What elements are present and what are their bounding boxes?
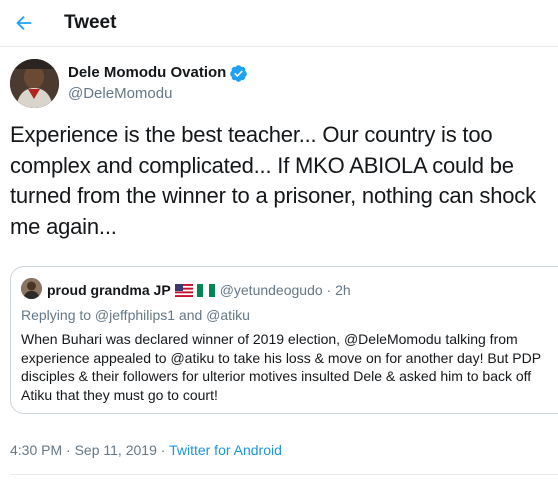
quoted-age: 2h	[335, 282, 351, 298]
nigeria-flag-icon	[196, 283, 215, 297]
author-handle[interactable]: @DeleMomodu	[68, 84, 172, 104]
quoted-handle: @yetundeogudo · 2h	[219, 282, 351, 298]
author-display-name[interactable]: Dele Momodu Ovation	[68, 63, 248, 83]
quoted-author-avatar[interactable]	[21, 278, 42, 299]
verified-badge-icon	[230, 64, 248, 82]
author-name-text: Dele Momodu Ovation	[68, 64, 227, 81]
replying-to-text: Replying to @jeffphilips1 and @atiku	[21, 307, 250, 323]
quoted-tweet-text: When Buhari was declared winner of 2019 …	[21, 331, 541, 403]
quoted-handle-text: @yetundeogudo	[219, 282, 323, 298]
page-header: Tweet	[0, 0, 558, 47]
page-title: Tweet	[64, 12, 117, 33]
tweet-text: Experience is the best teacher... Our co…	[10, 122, 536, 239]
tweet-date[interactable]: Sep 11, 2019	[75, 442, 157, 458]
tweet-page: Tweet Dele Momodu Ovation @DeleMomodu Ex…	[0, 0, 558, 483]
divider	[10, 474, 558, 475]
back-button[interactable]	[6, 5, 42, 41]
back-arrow-icon	[16, 15, 32, 31]
tweet-source-link[interactable]: Twitter for Android	[169, 442, 282, 458]
quoted-avatar-image	[21, 278, 42, 299]
author-avatar[interactable]	[10, 59, 59, 108]
tweet-time[interactable]: 4:30 PM	[10, 442, 62, 458]
tweet-metadata: 4:30 PM · Sep 11, 2019 · Twitter for And…	[10, 442, 282, 458]
quoted-display-name[interactable]: proud grandma JP	[47, 281, 171, 299]
quoted-tweet-header: proud grandma JP @yetundeogudo · 2h	[47, 281, 351, 299]
author-avatar-image	[10, 59, 59, 108]
us-flag-icon	[174, 283, 193, 297]
quoted-tweet-card[interactable]: proud grandma JP @yetundeogudo · 2h Repl…	[10, 266, 558, 414]
